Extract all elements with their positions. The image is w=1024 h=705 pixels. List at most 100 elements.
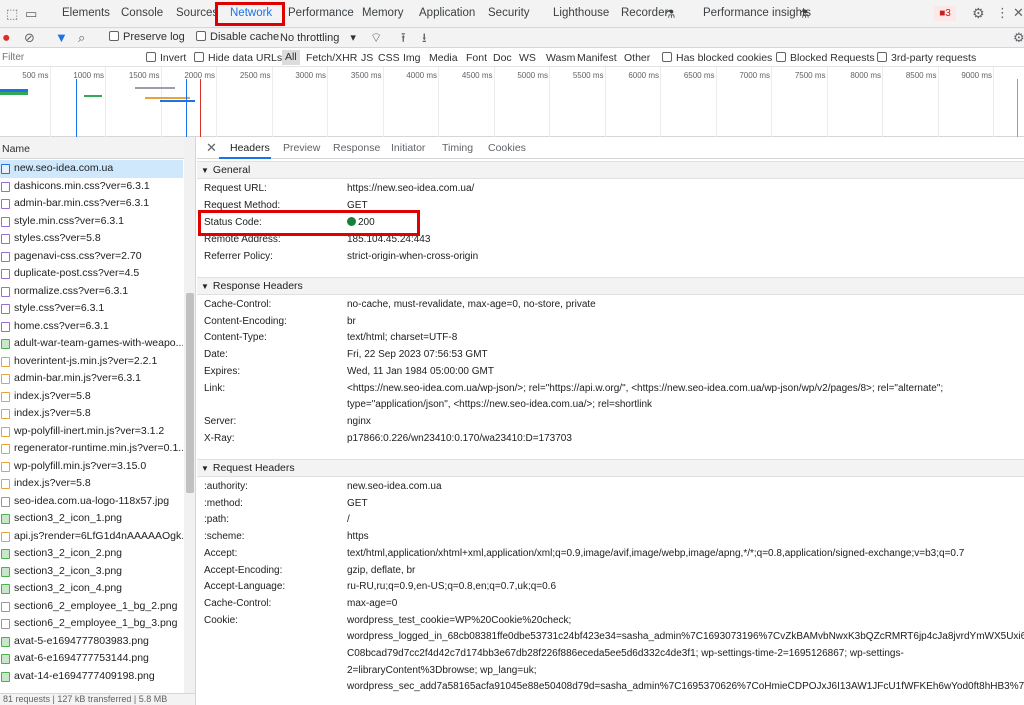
filter-type-media[interactable]: Media — [429, 52, 458, 64]
request-row[interactable]: avat-5-e1694777803983.png — [0, 633, 183, 651]
search-icon[interactable]: ⌕ — [78, 31, 85, 45]
device-toolbar-icon[interactable]: ▭ — [25, 7, 37, 21]
filter-type-manifest[interactable]: Manifest — [577, 52, 617, 64]
detail-tab-response[interactable]: Response — [333, 142, 380, 154]
detail-tab-initiator[interactable]: Initiator — [391, 142, 425, 154]
filter-input[interactable] — [0, 50, 135, 65]
filter-type-wasm[interactable]: Wasm — [546, 52, 575, 64]
import-har-icon[interactable]: ⭱ — [401, 31, 406, 45]
settings-gear-icon[interactable]: ⚙ — [972, 6, 985, 20]
tab-console[interactable]: Console — [121, 7, 163, 19]
tab-memory[interactable]: Memory — [362, 7, 404, 19]
more-options-icon[interactable]: ⋮ — [996, 6, 1009, 20]
tab-elements[interactable]: Elements — [62, 7, 110, 19]
disable-cache-checkbox[interactable]: Disable cache — [196, 31, 279, 43]
request-row[interactable]: style.css?ver=6.3.1 — [0, 300, 183, 318]
detail-tab-timing[interactable]: Timing — [442, 142, 473, 154]
request-row[interactable]: wp-polyfill.min.js?ver=3.15.0 — [0, 458, 183, 476]
general-section-header[interactable]: ▼ General — [197, 161, 1024, 179]
request-row[interactable]: hoverintent-js.min.js?ver=2.2.1 — [0, 353, 183, 371]
throttling-select[interactable]: No throttling ▾ — [280, 31, 356, 44]
preserve-log-checkbox[interactable]: Preserve log — [109, 31, 185, 43]
css-file-icon — [1, 321, 10, 332]
detail-tab-cookies[interactable]: Cookies — [488, 142, 526, 154]
filter-type-fetchxhr[interactable]: Fetch/XHR — [306, 52, 357, 64]
tab-application[interactable]: Application — [419, 7, 475, 19]
request-row[interactable]: index.js?ver=5.8 — [0, 388, 183, 406]
request-row[interactable]: wp-polyfill-inert.min.js?ver=3.1.2 — [0, 423, 183, 441]
request-row[interactable]: home.css?ver=6.3.1 — [0, 318, 183, 336]
clear-log-icon[interactable]: ⊘ — [24, 31, 35, 45]
network-conditions-icon[interactable]: ⌔ — [370, 31, 382, 45]
request-row[interactable]: regenerator-runtime.min.js?ver=0.1... — [0, 440, 183, 458]
export-har-icon[interactable]: ⭳ — [422, 31, 427, 45]
request-name: adult-war-team-games-with-weapo... — [14, 337, 183, 349]
blocked-requests-checkbox[interactable]: Blocked Requests — [776, 52, 875, 64]
filter-type-doc[interactable]: Doc — [493, 52, 512, 64]
filter-type-css[interactable]: CSS — [378, 52, 400, 64]
filter-type-all[interactable]: All — [282, 50, 300, 65]
invert-label: Invert — [160, 52, 187, 64]
request-row[interactable]: seo-idea.com.ua-logo-118x57.jpg — [0, 493, 183, 511]
filter-type-font[interactable]: Font — [466, 52, 487, 64]
request-row[interactable]: new.seo-idea.com.ua — [0, 160, 183, 178]
tab-sources[interactable]: Sources — [176, 7, 218, 19]
header-value: wordpress_sec_add7a58165acfa91045e88e504… — [347, 681, 1024, 693]
request-row[interactable]: section6_2_employee_1_bg_2.png — [0, 598, 183, 616]
request-row[interactable]: admin-bar.min.js?ver=6.3.1 — [0, 370, 183, 388]
filter-type-img[interactable]: Img — [403, 52, 421, 64]
doc-file-icon — [1, 164, 10, 174]
tab-performance-insights[interactable]: Performance insights — [703, 7, 811, 19]
request-row[interactable]: styles.css?ver=5.8 — [0, 230, 183, 248]
request-row[interactable]: duplicate-post.css?ver=4.5 — [0, 265, 183, 283]
request-row[interactable]: section6_2_employee_1_bg_3.png — [0, 615, 183, 633]
request-row[interactable]: index.js?ver=5.8 — [0, 475, 183, 493]
request-row[interactable]: pagenavi-css.css?ver=2.70 — [0, 248, 183, 266]
request-row[interactable]: section3_2_icon_2.png — [0, 545, 183, 563]
request-name: style.min.css?ver=6.3.1 — [14, 214, 125, 227]
request-row[interactable]: style.min.css?ver=6.3.1 — [0, 213, 183, 231]
timeline-tick-label: 3500 ms — [350, 71, 382, 80]
blocked-cookies-checkbox[interactable]: Has blocked cookies — [662, 52, 772, 64]
request-row[interactable]: section3_2_icon_1.png — [0, 510, 183, 528]
header-value: Fri, 22 Sep 2023 07:56:53 GMT — [347, 349, 488, 361]
request-row[interactable]: dashicons.min.css?ver=6.3.1 — [0, 178, 183, 196]
request-row[interactable]: avat-14-e1694777409198.png — [0, 668, 183, 686]
third-party-checkbox[interactable]: 3rd-party requests — [877, 52, 976, 64]
tab-security[interactable]: Security — [488, 7, 530, 19]
js-file-icon — [1, 479, 10, 489]
network-settings-icon[interactable]: ⚙ — [1013, 31, 1024, 45]
hide-data-urls-checkbox[interactable]: Hide data URLs — [194, 52, 282, 64]
request-row[interactable]: adult-war-team-games-with-weapo... — [0, 335, 183, 353]
timeline-gridline — [216, 67, 217, 137]
request-row[interactable]: admin-bar.min.css?ver=6.3.1 — [0, 195, 183, 213]
request-section-header[interactable]: ▼ Request Headers — [197, 459, 1024, 477]
record-stop-icon[interactable]: ⏺ — [3, 31, 10, 45]
header-value: text/html,application/xhtml+xml,applicat… — [347, 547, 965, 559]
timeline-overview[interactable]: 500 ms 1000 ms 1500 ms 2000 ms 2500 ms 3000 m… — [0, 67, 1024, 137]
close-details-icon[interactable]: ✕ — [206, 140, 217, 156]
tab-lighthouse[interactable]: Lighthouse — [553, 7, 609, 19]
timeline-gridline — [882, 67, 883, 137]
name-column-header[interactable]: Name — [0, 137, 195, 159]
detail-tab-preview[interactable]: Preview — [283, 142, 320, 154]
request-row[interactable]: api.js?render=6LfG1d4nAAAAAOgk... — [0, 528, 183, 546]
invert-checkbox[interactable]: Invert — [146, 52, 186, 64]
filter-type-ws[interactable]: WS — [519, 52, 536, 64]
tab-performance[interactable]: Performance — [288, 7, 354, 19]
detail-tab-headers[interactable]: Headers — [230, 142, 270, 154]
request-row[interactable]: index.js?ver=5.8 — [0, 405, 183, 423]
scrollbar-thumb[interactable] — [186, 293, 194, 493]
filter-type-js[interactable]: JS — [361, 52, 373, 64]
filter-funnel-icon[interactable]: ▼ — [55, 31, 68, 45]
request-row[interactable]: section3_2_icon_4.png — [0, 580, 183, 598]
response-section-header[interactable]: ▼ Response Headers — [197, 277, 1024, 295]
close-devtools-icon[interactable]: ✕ — [1013, 6, 1024, 20]
tab-recorder[interactable]: Recorder — [621, 7, 668, 19]
request-row[interactable]: normalize.css?ver=6.3.1 — [0, 283, 183, 301]
inspect-element-icon[interactable]: ⬚ — [6, 7, 18, 21]
filter-type-other[interactable]: Other — [624, 52, 650, 64]
request-row[interactable]: section3_2_icon_3.png — [0, 563, 183, 581]
issues-badge[interactable]: ■3 — [934, 6, 956, 21]
request-row[interactable]: avat-6-e1694777753144.png — [0, 650, 183, 668]
